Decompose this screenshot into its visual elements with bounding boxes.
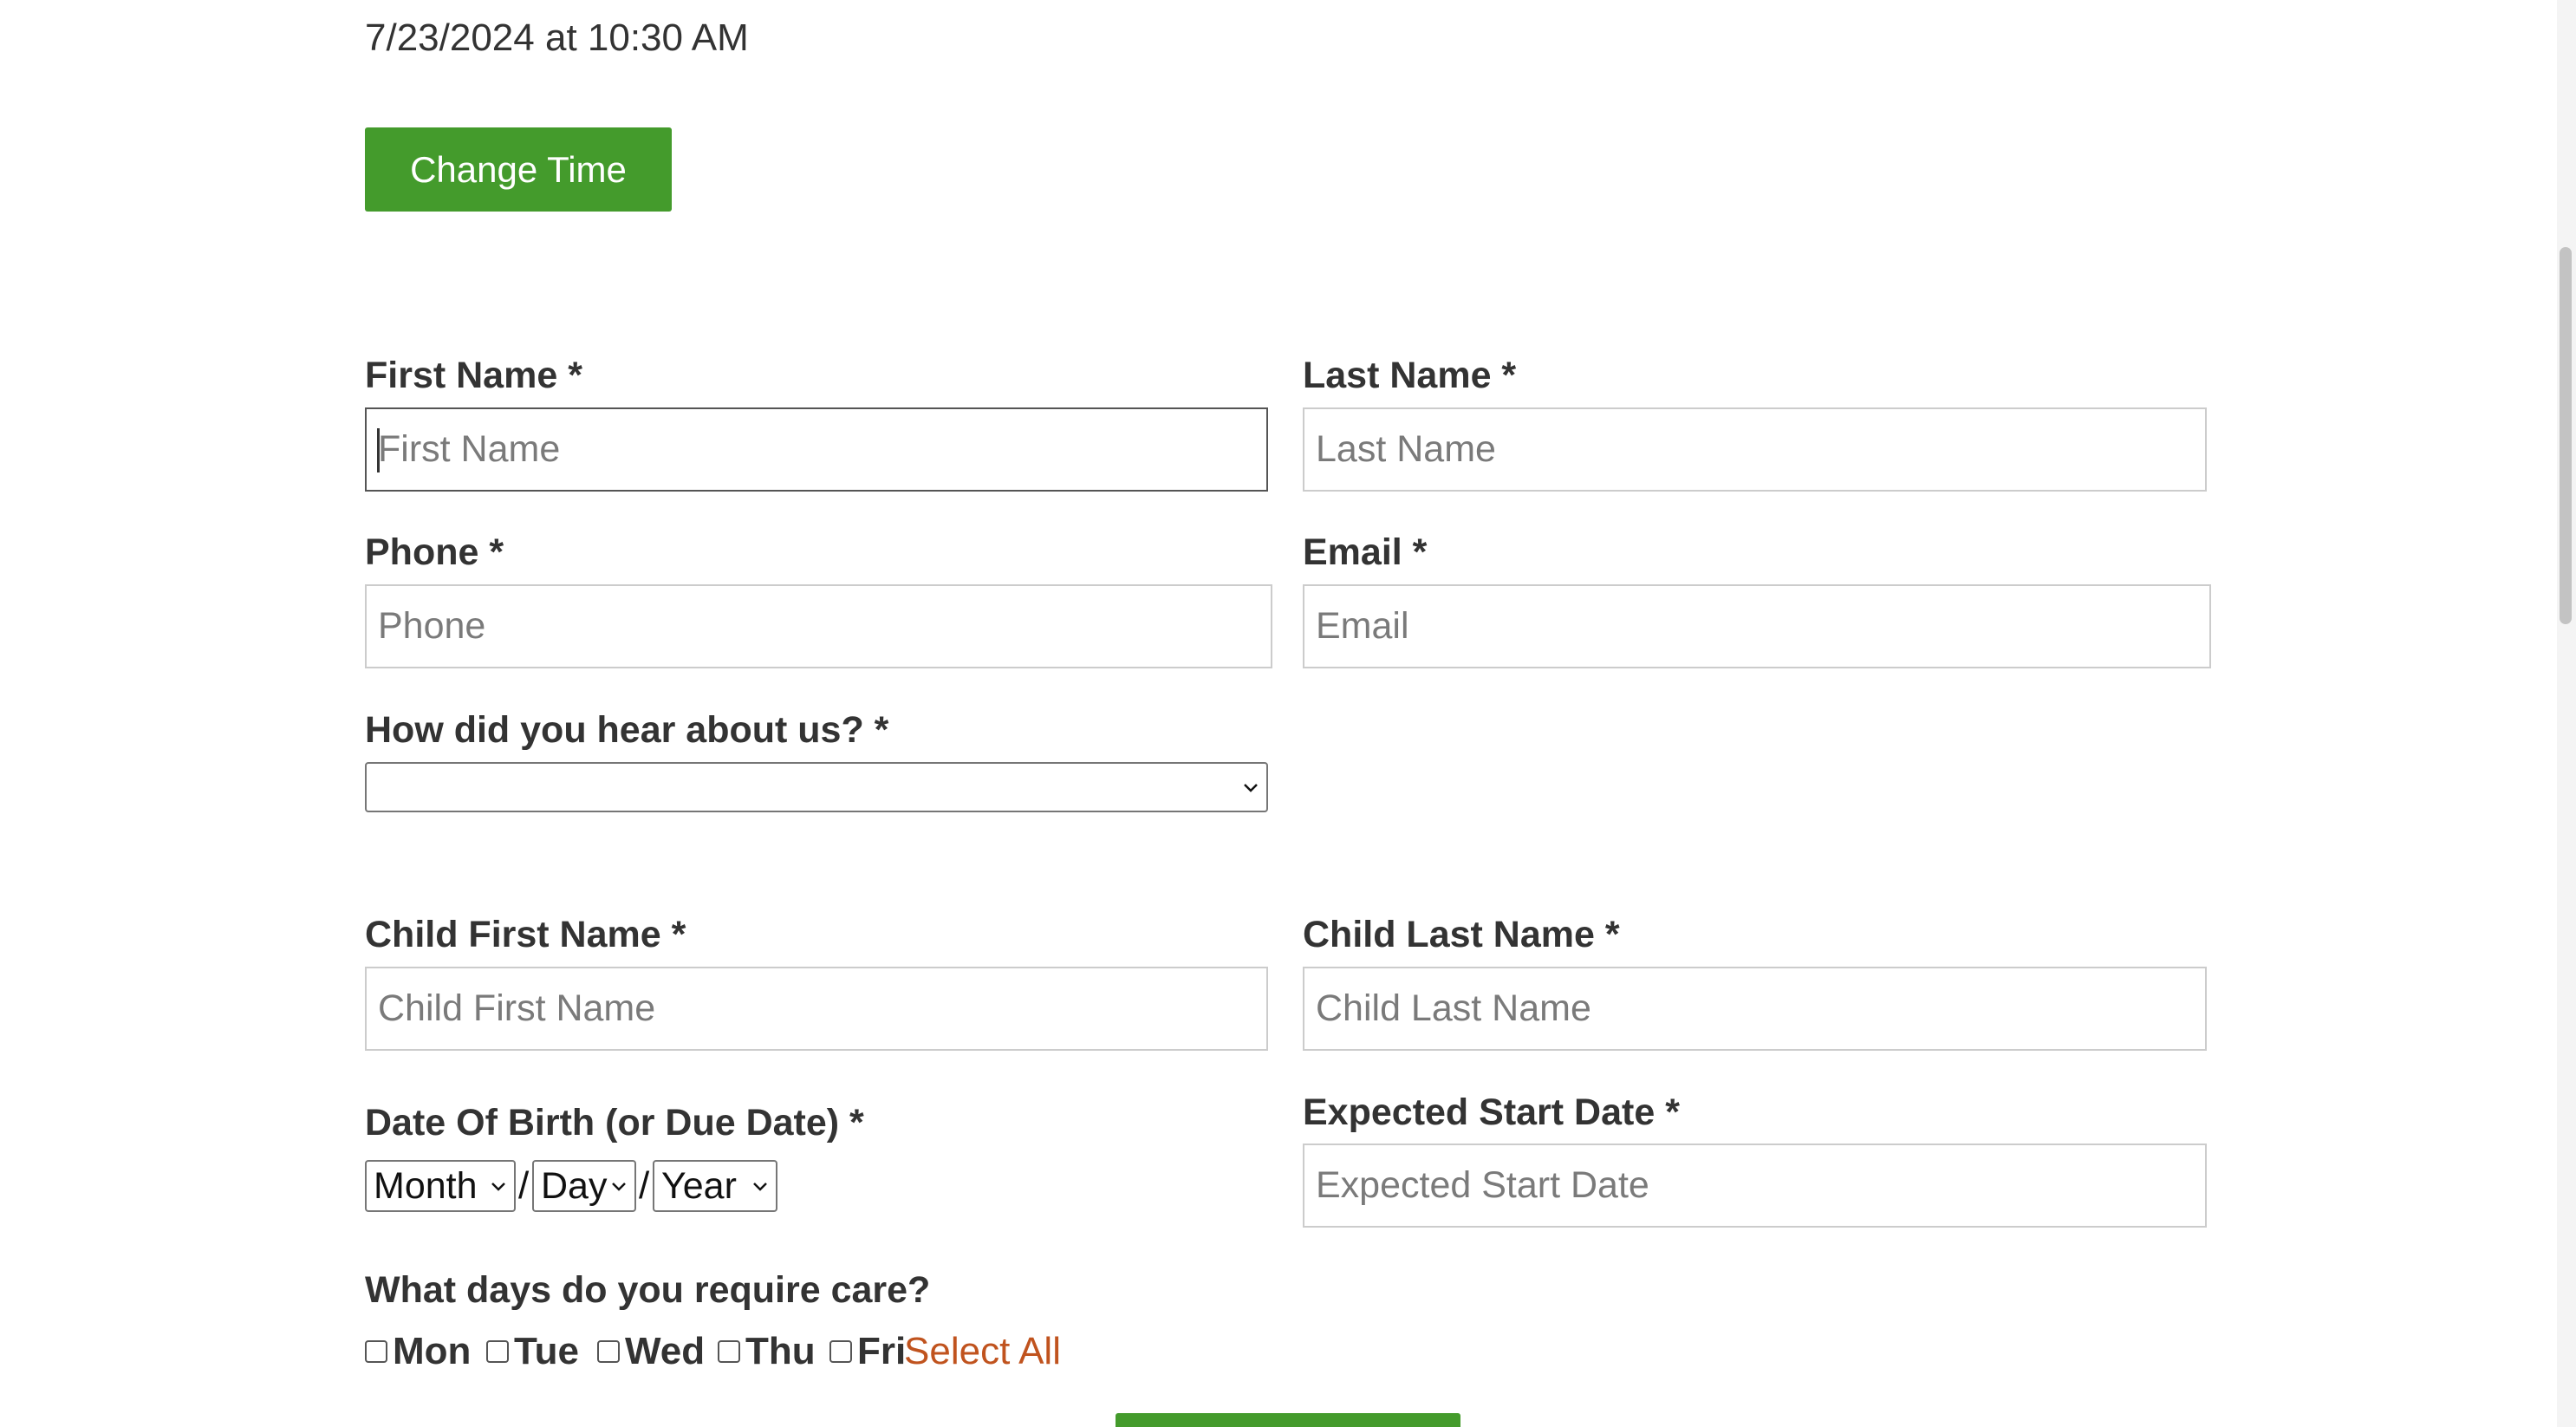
- child-last-name-input[interactable]: [1303, 967, 2207, 1051]
- phone-label: Phone *: [365, 531, 504, 573]
- care-day-wed: Wed: [597, 1329, 705, 1374]
- care-day-mon: Mon: [365, 1329, 471, 1374]
- dob-label: Date Of Birth (or Due Date) *: [365, 1102, 864, 1144]
- mon-checkbox[interactable]: [365, 1340, 387, 1363]
- submit-button[interactable]: [1116, 1413, 1460, 1427]
- fri-label: Fri: [857, 1330, 907, 1372]
- scrollbar-thumb[interactable]: [2560, 247, 2572, 624]
- mon-label: Mon: [393, 1330, 472, 1372]
- last-name-label: Last Name *: [1303, 355, 1517, 396]
- dob-month-value: Month: [374, 1164, 478, 1207]
- care-day-tue: Tue: [486, 1329, 579, 1374]
- last-name-input[interactable]: [1303, 407, 2207, 492]
- care-day-thu: Thu: [718, 1329, 816, 1374]
- wed-checkbox[interactable]: [597, 1340, 620, 1363]
- page-scrollbar[interactable]: [2557, 0, 2576, 1427]
- chevron-down-icon: [1244, 784, 1258, 792]
- dob-separator: /: [518, 1164, 530, 1207]
- tue-label: Tue: [514, 1330, 579, 1372]
- care-days-label: What days do you require care?: [365, 1269, 931, 1311]
- first-name-input[interactable]: [365, 407, 1268, 492]
- care-day-fri: Fri: [829, 1329, 906, 1374]
- child-last-name-label: Child Last Name *: [1303, 914, 1620, 955]
- dob-month-select[interactable]: Month: [365, 1160, 516, 1212]
- chevron-down-icon: [491, 1183, 505, 1191]
- dob-day-select[interactable]: Day: [532, 1160, 636, 1212]
- select-all-link[interactable]: Select All: [904, 1329, 1061, 1374]
- email-input[interactable]: [1303, 584, 2211, 668]
- hear-about-select[interactable]: [365, 762, 1268, 812]
- thu-label: Thu: [745, 1330, 816, 1372]
- appointment-datetime: 7/23/2024 at 10:30 AM: [365, 16, 749, 59]
- text-caret: [377, 428, 380, 472]
- expected-start-input[interactable]: [1303, 1144, 2207, 1228]
- fri-checkbox[interactable]: [829, 1340, 852, 1363]
- tue-checkbox[interactable]: [486, 1340, 509, 1363]
- email-label: Email *: [1303, 531, 1428, 573]
- child-first-name-input[interactable]: [365, 967, 1268, 1051]
- first-name-label: First Name *: [365, 355, 582, 396]
- hear-about-label: How did you hear about us? *: [365, 709, 889, 751]
- dob-day-value: Day: [541, 1164, 608, 1207]
- dob-separator: /: [639, 1164, 650, 1207]
- change-time-button[interactable]: Change Time: [365, 127, 672, 212]
- dob-year-select[interactable]: Year: [653, 1160, 777, 1212]
- chevron-down-icon: [753, 1183, 767, 1191]
- dob-year-value: Year: [661, 1164, 737, 1207]
- wed-label: Wed: [625, 1330, 706, 1372]
- child-first-name-label: Child First Name *: [365, 914, 686, 955]
- chevron-down-icon: [612, 1183, 626, 1191]
- expected-start-label: Expected Start Date *: [1303, 1091, 1680, 1133]
- thu-checkbox[interactable]: [718, 1340, 740, 1363]
- phone-input[interactable]: [365, 584, 1272, 668]
